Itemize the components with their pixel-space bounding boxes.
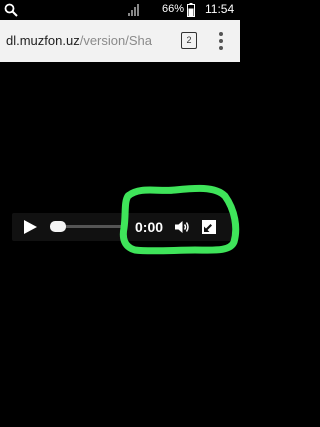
signal-icon — [128, 4, 139, 16]
url-path: /version/Sha — [79, 33, 152, 48]
clock: 11:54 — [205, 2, 235, 16]
volume-icon[interactable] — [174, 219, 190, 235]
url-field[interactable]: dl.muzfon.uz/version/Sha — [6, 28, 166, 54]
browser-toolbar: dl.muzfon.uz/version/Sha 2 — [0, 20, 240, 62]
play-icon[interactable] — [22, 219, 38, 235]
seek-thumb[interactable] — [50, 221, 66, 232]
search-icon — [4, 3, 18, 17]
menu-dot — [219, 32, 223, 36]
battery-percent: 66% — [162, 3, 185, 15]
tabs-button[interactable]: 2 — [181, 32, 197, 49]
time-display: 0:00 — [135, 219, 164, 235]
battery-icon — [187, 3, 195, 17]
url-domain: dl.muzfon.uz — [6, 33, 80, 48]
menu-dot — [219, 39, 223, 43]
status-bar: 66% 11:54 — [0, 0, 240, 20]
audio-player: 0:00 — [12, 213, 232, 241]
screen: 66% 11:54 dl.muzfon.uz/version/Sha 2 0:0… — [0, 0, 240, 427]
overflow-menu-icon[interactable] — [218, 31, 224, 51]
menu-dot — [219, 46, 223, 50]
fullscreen-icon[interactable] — [201, 219, 217, 235]
